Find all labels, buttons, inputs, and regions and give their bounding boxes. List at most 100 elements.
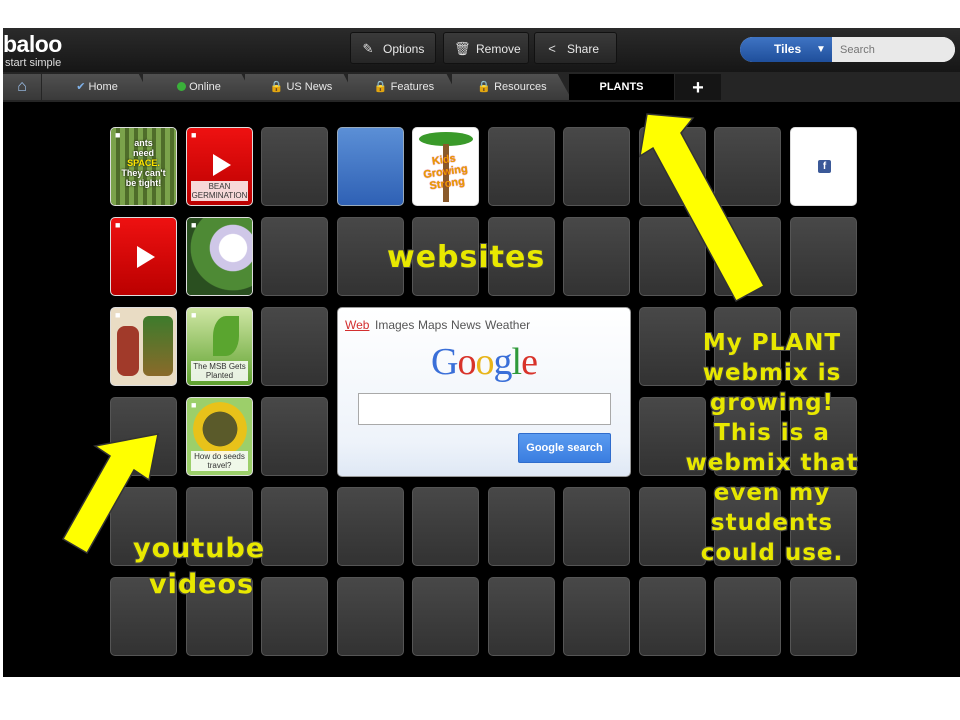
annotation-line: youtube	[133, 533, 266, 564]
share-button[interactable]: < Share	[534, 32, 617, 64]
video-camera-icon: ■	[191, 220, 197, 230]
google-logo-letter: g	[493, 341, 513, 383]
tile-empty[interactable]	[261, 577, 328, 656]
video-camera-icon: ■	[115, 220, 121, 230]
add-tab-button[interactable]: +	[675, 74, 721, 100]
google-nav-weather[interactable]: Weather	[485, 318, 530, 332]
tile-plants-space[interactable]: ■ ants need SPACE. They can't be tight!	[110, 127, 177, 206]
google-search-input[interactable]	[358, 393, 611, 425]
google-nav-web[interactable]: Web	[345, 318, 369, 332]
tile-empty[interactable]	[337, 577, 404, 656]
tab-us-news[interactable]: 🔒 US News	[245, 74, 357, 100]
options-button[interactable]: ✎ Options	[350, 32, 436, 64]
youtube-play-icon	[111, 218, 176, 295]
video-camera-icon: ■	[191, 130, 197, 140]
tile-empty[interactable]	[563, 487, 630, 566]
tile-empty[interactable]	[261, 127, 328, 206]
app-logo[interactable]: baloo	[3, 32, 62, 56]
options-label: Options	[383, 42, 425, 56]
tile-label: How do seeds travel?	[191, 451, 248, 471]
leaf-image	[213, 316, 239, 356]
google-search-button[interactable]: Google search	[518, 433, 611, 463]
illustration-figure	[117, 326, 139, 376]
tile-illustration[interactable]: ■	[110, 307, 177, 386]
home-icon[interactable]: ⌂	[3, 74, 41, 100]
tile-empty[interactable]	[714, 127, 781, 206]
tile-empty[interactable]	[790, 217, 857, 296]
tile-empty[interactable]	[714, 217, 781, 296]
tile-kids-growing[interactable]: Kids Growing Strong	[412, 127, 479, 206]
tile-empty[interactable]	[790, 577, 857, 656]
green-dot-icon	[177, 82, 187, 91]
pencil-icon: ✎	[362, 41, 374, 56]
google-logo: Google	[338, 340, 630, 384]
tab-label: US News	[286, 81, 333, 93]
view-select-label: Tiles	[774, 42, 802, 56]
tab-label: Home	[88, 81, 118, 93]
tile-empty[interactable]	[563, 127, 630, 206]
annotation-line: videos	[149, 569, 255, 600]
annotation-line: My PLANT	[702, 330, 842, 356]
tile-empty[interactable]	[412, 577, 479, 656]
chevron-down-icon: ▼	[816, 44, 826, 55]
tile-msb-planted[interactable]: ■ The MSB Gets Planted	[186, 307, 253, 386]
view-select[interactable]: Tiles ▼	[740, 37, 832, 62]
tile-empty[interactable]	[639, 217, 706, 296]
tile-empty[interactable]	[639, 127, 706, 206]
annotation-line: even my	[713, 480, 831, 506]
tile-empty[interactable]	[412, 487, 479, 566]
tab-home[interactable]: ✔ Home	[42, 74, 152, 100]
tile-facebook[interactable]: f	[790, 127, 857, 206]
tab-online[interactable]: Online	[143, 74, 255, 100]
annotation-line: webmix that	[685, 450, 859, 476]
tile-empty[interactable]	[261, 487, 328, 566]
tile-seeds-travel[interactable]: ■ How do seeds travel?	[186, 397, 253, 476]
tile-empty[interactable]	[488, 577, 555, 656]
tile-empty[interactable]	[488, 487, 555, 566]
annotation-line: webmix is	[702, 360, 842, 386]
tab-label: Online	[189, 81, 221, 93]
tile-empty[interactable]	[337, 487, 404, 566]
tile-empty[interactable]	[639, 577, 706, 656]
annotation-line: students	[710, 510, 834, 536]
tab-plants[interactable]: PLANTS	[569, 74, 674, 100]
facebook-icon: f	[818, 160, 831, 173]
tab-label: Resources	[494, 81, 547, 93]
tile-empty[interactable]	[563, 217, 630, 296]
video-camera-icon: ■	[115, 310, 121, 320]
app-tagline: start simple	[5, 57, 62, 69]
tile-blue[interactable]	[337, 127, 404, 206]
lock-icon: 🔒	[269, 81, 284, 93]
google-search-widget: Web Images Maps News Weather Google Goog…	[337, 307, 631, 477]
tile-empty[interactable]	[488, 127, 555, 206]
tab-label: Features	[390, 81, 435, 93]
tile-bean-germination[interactable]: ■ BEAN GERMINATION	[186, 127, 253, 206]
tile-empty[interactable]	[563, 577, 630, 656]
tile-empty[interactable]	[261, 397, 328, 476]
top-bar: baloo start simple ✎ Options 🗑 Remove < Sha…	[3, 28, 960, 72]
tile-empty[interactable]	[714, 577, 781, 656]
check-icon: ✔	[76, 81, 86, 93]
lock-icon: 🔒	[477, 81, 492, 93]
google-logo-letter: G	[431, 341, 458, 383]
google-nav-maps[interactable]: Maps	[418, 318, 447, 332]
tile-empty[interactable]	[110, 397, 177, 476]
tile-empty[interactable]	[261, 217, 328, 296]
tile-youtube[interactable]: ■	[110, 217, 177, 296]
tile-label: BEAN GERMINATION	[191, 181, 248, 201]
trash-icon: 🗑	[454, 41, 471, 56]
tile-text: be tight!	[125, 178, 162, 188]
google-nav-images[interactable]: Images	[375, 318, 414, 332]
tab-resources[interactable]: 🔒 Resources	[452, 74, 572, 100]
tab-label: PLANTS	[599, 81, 644, 93]
screenshot-area: baloo start simple ✎ Options 🗑 Remove < Sha…	[3, 28, 960, 677]
google-nav-news[interactable]: News	[451, 318, 481, 332]
tile-flower-art[interactable]: ■	[186, 217, 253, 296]
search-input[interactable]	[832, 37, 955, 62]
sunflower-image	[193, 402, 247, 456]
tab-features[interactable]: 🔒 Features	[348, 74, 460, 100]
remove-button[interactable]: 🗑 Remove	[443, 32, 529, 64]
google-logo-letter: o	[457, 341, 477, 383]
view-search-group: Tiles ▼	[740, 37, 955, 62]
tile-empty[interactable]	[261, 307, 328, 386]
